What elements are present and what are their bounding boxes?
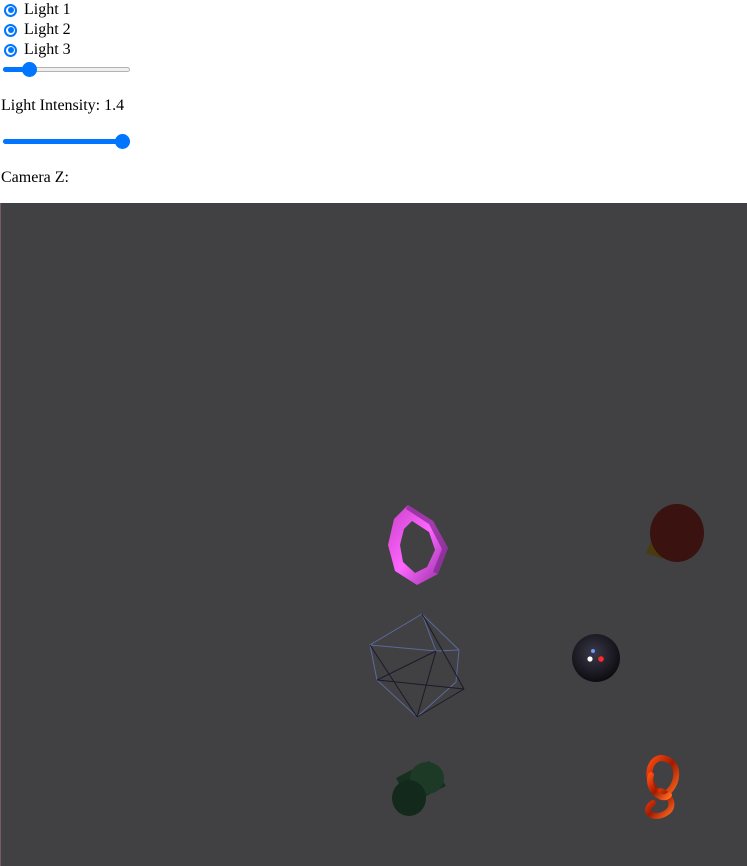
webgl-canvas[interactable] [0,203,747,866]
camera-z-label: Camera Z: [1,169,69,186]
light-3-option[interactable]: Light 3 [4,40,71,60]
light-3-radio[interactable] [4,43,17,57]
cone-object [646,504,704,562]
cylinder-object [392,761,446,816]
light-2-label: Light 2 [24,21,71,38]
wireframe-polyhedron-object [369,613,465,718]
light-1-label: Light 1 [24,1,71,18]
light-2-radio[interactable] [4,23,17,37]
light-3-label: Light 3 [24,41,71,58]
torus-knot-object [645,755,680,819]
camera-z-slider[interactable] [3,133,131,149]
light-1-radio[interactable] [4,3,17,17]
controls-panel: Light 1 Light 2 Light 3 Light Intensity:… [0,0,747,203]
sphere-object [572,634,620,682]
camera-z-slider-fill [3,139,123,144]
intensity-label: Light Intensity: 1.4 [1,97,125,114]
camera-z-slider-thumb[interactable] [115,134,130,149]
scene-render [369,504,704,819]
light-1-option[interactable]: Light 1 [4,0,71,20]
intensity-slider-thumb[interactable] [22,62,37,77]
hexagon-ring-object [388,505,448,585]
intensity-slider[interactable] [3,61,131,77]
light-2-option[interactable]: Light 2 [4,20,71,40]
